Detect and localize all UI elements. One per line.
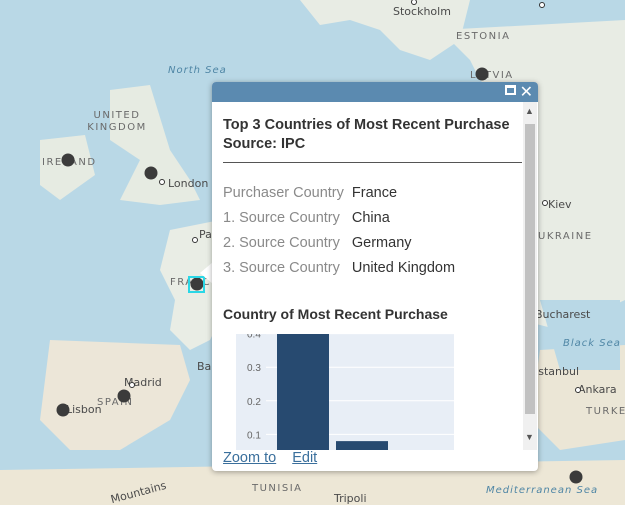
scrollbar[interactable]: ▲ ▼ [523,102,537,450]
popup-actions: Zoom to Edit [223,450,329,466]
attribute-key: 3. Source Country [223,259,340,276]
map-label-mediterranean: Mediterranean Sea [486,485,599,496]
close-icon[interactable]: ✕ [520,82,533,102]
city-dot [192,237,198,243]
map-label-lisbon: Lisbon [66,403,102,416]
map-label-united-kingdom: UNITED KINGDOM [87,110,147,133]
map-label-tunisia: TUNISIA [252,483,303,494]
popup-title: Top 3 Countries of Most Recent Purchase … [223,116,522,163]
city-dot [129,382,135,388]
map-point[interactable] [475,67,489,81]
popup-content: Top 3 Countries of Most Recent Purchase … [212,102,522,450]
table-row: 3. Source Country United Kingdom [223,259,455,284]
attribute-key: 1. Source Country [223,209,340,226]
map-point[interactable] [56,403,70,417]
edit-link[interactable]: Edit [292,450,317,466]
chart-ytick-label: 0.3 [247,363,261,374]
table-row: Purchaser Country France [223,184,455,209]
map-point[interactable] [569,470,583,484]
map-label-black-sea: Black Sea [563,338,621,349]
map-label-estonia: ESTONIA [456,31,511,42]
map-point[interactable] [117,389,131,403]
map-label-istanbul: Istanbul [535,365,580,378]
chart-plot-area [236,334,454,450]
city-dot [539,2,545,8]
attribute-table: Purchaser Country France 1. Source Count… [223,184,455,284]
zoom-to-link[interactable]: Zoom to [223,450,276,466]
table-row: 1. Source Country China [223,209,455,234]
popup-window: ✕ Top 3 Countries of Most Recent Purchas… [212,82,538,471]
attribute-key: Purchaser Country [223,184,344,201]
table-row: 2. Source Country Germany [223,234,455,259]
map-point[interactable] [144,166,158,180]
map-label-bucharest: Bucharest [535,308,591,321]
maximize-icon[interactable] [505,85,516,95]
city-dot [575,387,581,393]
attribute-value: China [351,209,390,226]
attribute-value: France [351,184,398,201]
map-label-north-sea: North Sea [168,65,227,76]
scroll-down-icon[interactable]: ▼ [525,432,534,442]
map-label-ukraine: UKRAINE [538,231,593,242]
scroll-up-icon[interactable]: ▲ [525,106,534,116]
map-label-tripoli: Tripoli [334,492,367,505]
city-dot [159,179,165,185]
attribute-key: 2. Source Country [223,234,340,251]
bar-chart[interactable]: 0.1 0.2 0.3 0.4 [236,334,454,450]
chart-ytick-label: 0.1 [247,430,261,441]
scroll-thumb[interactable] [525,124,535,414]
chart-bar[interactable] [277,334,329,450]
map-label-kiev: Kiev [548,198,572,211]
popup-titlebar: ✕ [212,82,538,102]
chart-title: Country of Most Recent Purchase [223,306,448,322]
city-dot [542,200,548,206]
map-label-turkey: TURKEY [586,406,625,417]
map-point[interactable] [61,153,75,167]
map-label-ankara: Ankara [578,383,617,396]
chart-ytick-label: 0.2 [247,397,261,408]
attribute-value: United Kingdom [351,259,456,276]
map-label-stockholm: Stockholm [393,5,451,18]
map-label-london: London [168,177,209,190]
chart-bar[interactable] [336,441,388,450]
attribute-value: Germany [351,234,412,251]
chart-ytick-label: 0.4 [247,334,261,341]
